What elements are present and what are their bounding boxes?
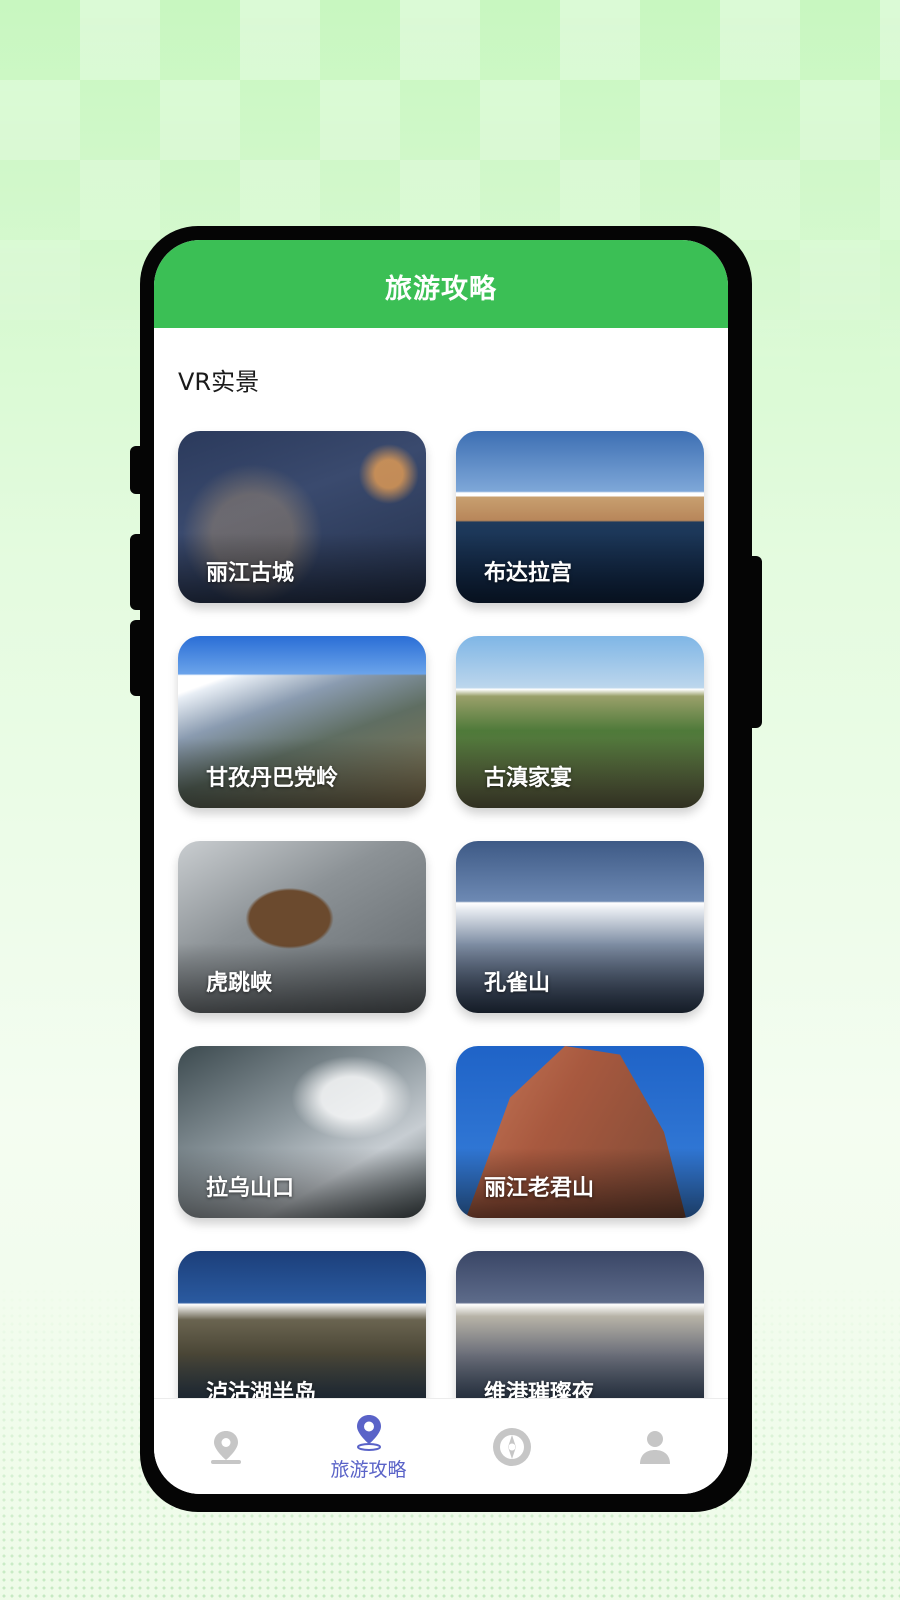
tab-profile[interactable] [583, 1399, 726, 1494]
card-label: 布达拉宫 [484, 561, 573, 586]
scenic-card[interactable]: 古滇家宴 [456, 636, 704, 808]
scenic-card[interactable]: 丽江老君山 [456, 1046, 704, 1218]
scenic-card[interactable]: 拉乌山口 [178, 1046, 426, 1218]
scenic-card[interactable]: 布达拉宫 [456, 431, 704, 603]
app-header: 旅游攻略 [154, 240, 728, 328]
app-screen: 旅游攻略 VR实景 丽江古城 布达拉宫 甘孜丹巴党岭 古滇家宴 虎跳峡 孔雀山 … [154, 240, 728, 1494]
card-label: 丽江老君山 [484, 1176, 595, 1201]
scenic-card[interactable]: 丽江古城 [178, 431, 426, 603]
tab-travel-guide[interactable]: 旅游攻略 [297, 1399, 440, 1494]
card-label: 虎跳峡 [206, 971, 273, 996]
compass-icon [492, 1428, 531, 1466]
map-pin-icon [356, 1414, 381, 1451]
location-pin-icon [210, 1431, 241, 1464]
bottom-tab-bar: 旅游攻略 [154, 1398, 728, 1494]
card-label: 孔雀山 [484, 971, 551, 996]
card-label: 古滇家宴 [484, 766, 573, 791]
scenic-card[interactable]: 甘孜丹巴党岭 [178, 636, 426, 808]
tab-label: 旅游攻略 [330, 1458, 407, 1481]
scenic-card[interactable]: 虎跳峡 [178, 841, 426, 1013]
tab-location[interactable] [154, 1399, 297, 1494]
card-label: 甘孜丹巴党岭 [206, 766, 339, 791]
card-label: 拉乌山口 [206, 1176, 295, 1201]
tab-explore[interactable] [440, 1399, 583, 1494]
card-label: 丽江古城 [206, 561, 295, 586]
section-title: VR实景 [178, 368, 260, 396]
page-title: 旅游攻略 [385, 273, 497, 305]
scenic-card[interactable]: 孔雀山 [456, 841, 704, 1013]
user-icon [639, 1431, 670, 1464]
